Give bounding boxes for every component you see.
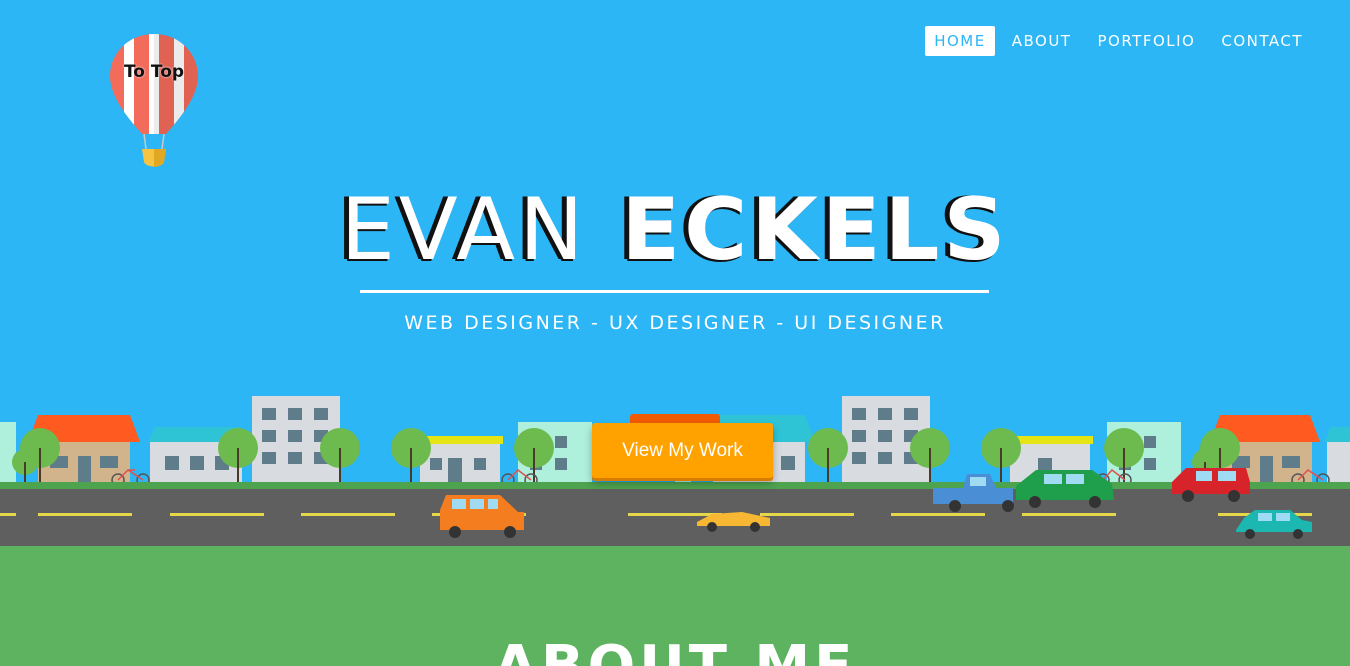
hero-last-name: ECKELS: [621, 180, 1010, 280]
road-lines: [0, 513, 1312, 516]
top-nav: HOME ABOUT PORTFOLIO CONTACT: [925, 26, 1312, 56]
about-title: ABOUT ME: [0, 637, 1350, 666]
nav-about[interactable]: ABOUT: [1003, 26, 1081, 56]
page: HOME ABOUT PORTFOLIO CONTACT To Top EVAN: [0, 0, 1350, 666]
hero-divider: [360, 290, 989, 293]
to-top-label: To Top: [123, 62, 185, 82]
to-top-balloon-button[interactable]: To Top: [108, 32, 200, 172]
hero-first-name: EVAN: [340, 180, 588, 280]
buildings-left: [0, 396, 592, 486]
hot-air-balloon-icon: [110, 34, 198, 167]
nav-portfolio[interactable]: PORTFOLIO: [1088, 26, 1204, 56]
nav-contact[interactable]: CONTACT: [1212, 26, 1312, 56]
hero-subtitle: WEB DESIGNER - UX DESIGNER - UI DESIGNER: [404, 312, 946, 334]
hero-name: EVAN ECKELS: [0, 180, 1350, 280]
nav-home[interactable]: HOME: [925, 26, 995, 56]
view-my-work-button[interactable]: View My Work: [592, 423, 773, 478]
